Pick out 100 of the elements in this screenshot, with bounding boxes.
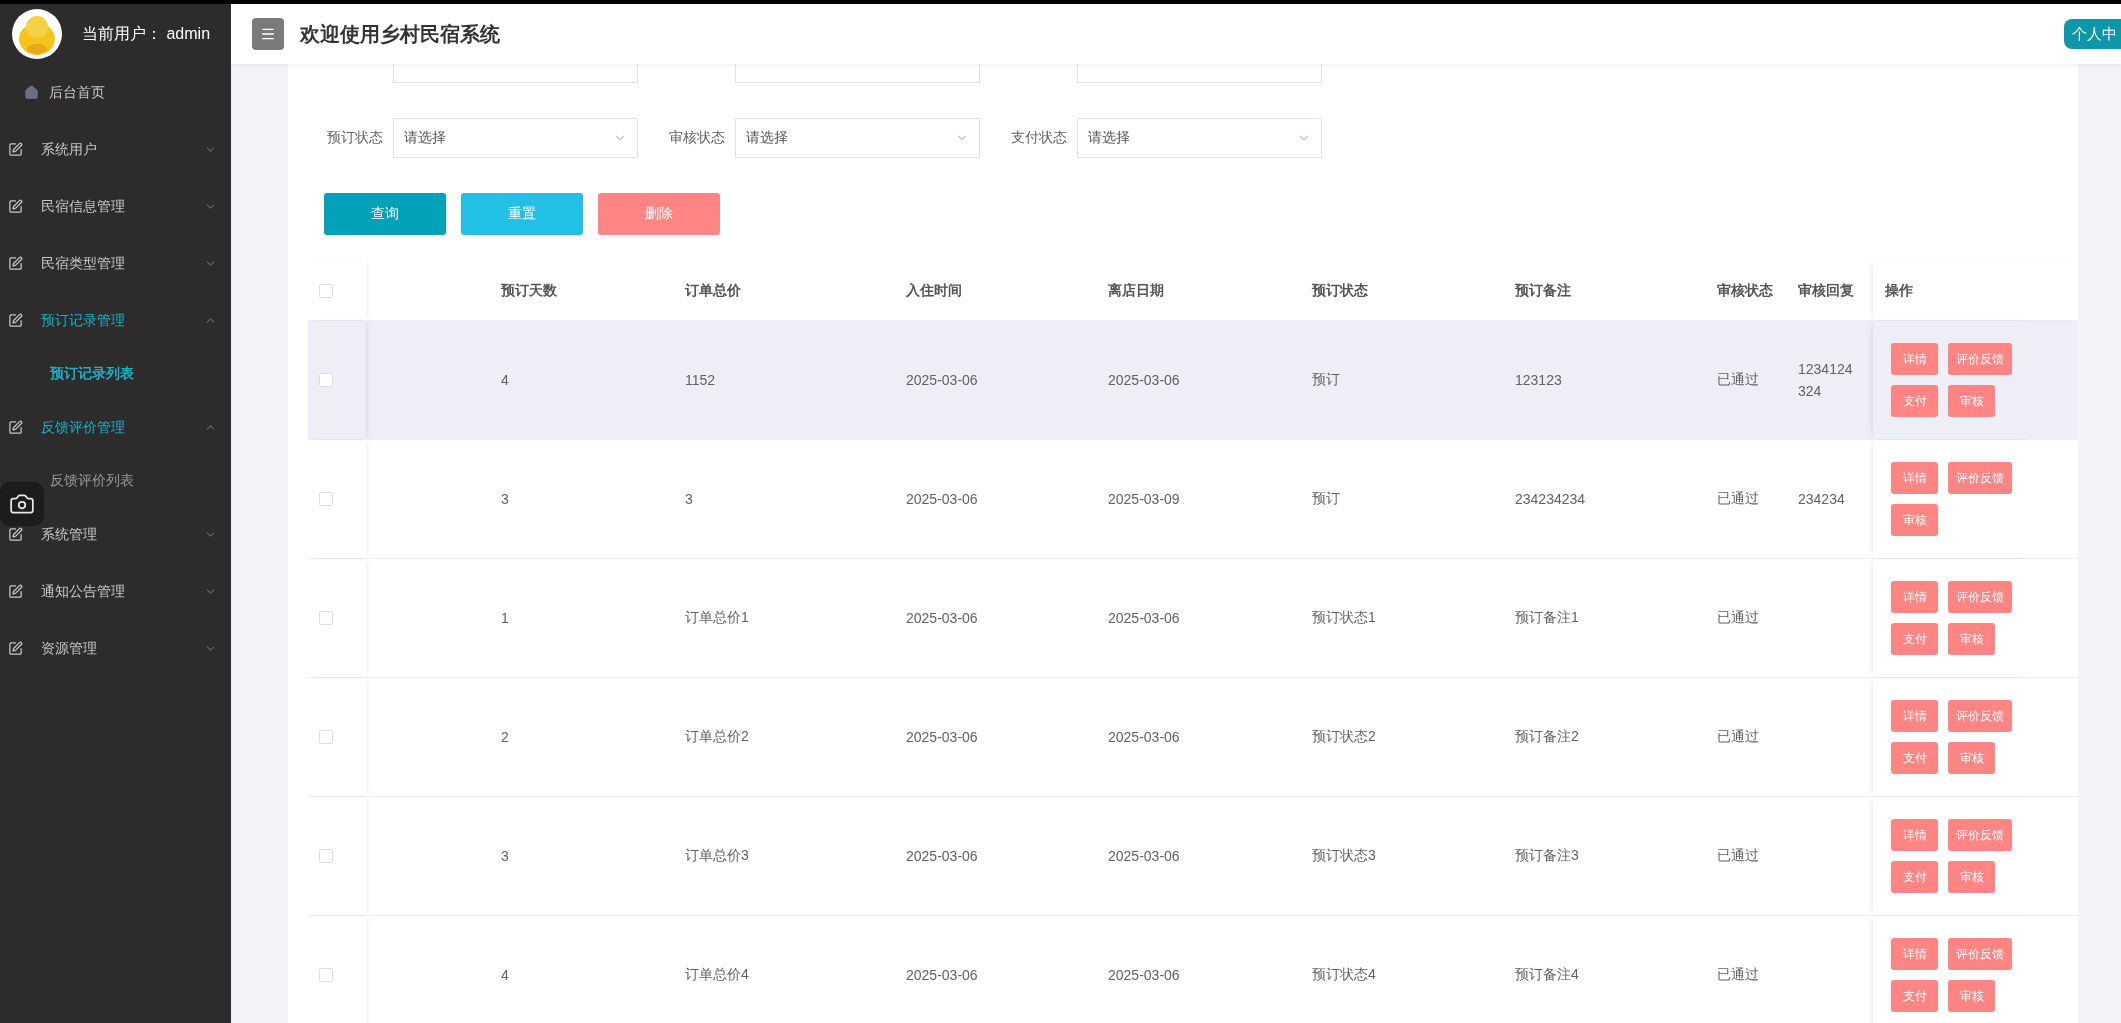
action-button[interactable]: 查询 <box>324 193 446 235</box>
row-action-button[interactable]: 详情 <box>1891 462 1938 494</box>
row-action-button[interactable]: 审核 <box>1948 980 1995 1012</box>
table-cell-text: 2025-03-06 <box>1107 610 1181 626</box>
row-action-button[interactable]: 支付 <box>1891 861 1938 893</box>
column-header: 审核状态 <box>1716 281 1774 300</box>
row-action-button[interactable]: 审核 <box>1948 385 1995 417</box>
row-action-button[interactable]: 审核 <box>1891 504 1938 536</box>
table-cell-text: 已通过 <box>1716 847 1760 865</box>
row-action-button[interactable]: 评价反馈 <box>1948 462 2012 494</box>
checkbox[interactable] <box>319 730 333 744</box>
column-header: 离店日期 <box>1107 281 1165 300</box>
page-title: 欢迎使用乡村民宿系统 <box>300 21 501 47</box>
row-action-button[interactable]: 详情 <box>1891 581 1938 613</box>
row-action-button[interactable]: 详情 <box>1891 819 1938 851</box>
select-field[interactable]: 请选择 <box>1077 118 1322 158</box>
table-cell-text: 订单总价4 <box>684 966 750 984</box>
column-header: 预订天数 <box>499 281 558 300</box>
table-cell-text: 4 <box>500 967 510 983</box>
table-cell-text: 3 <box>500 491 510 507</box>
table-cell-text: 2025-03-06 <box>905 491 979 507</box>
row-action-button[interactable]: 评价反馈 <box>1948 938 2012 970</box>
sidebar-subitem[interactable]: 预订记录列表 <box>50 349 134 399</box>
row-action-button[interactable]: 支付 <box>1891 980 1938 1012</box>
column-header: 入住时间 <box>905 281 963 300</box>
sidebar-menu-item[interactable]: 通知公告管理 <box>0 563 231 620</box>
checkbox[interactable] <box>319 849 333 863</box>
table-cell-text: 预订备注2 <box>1514 728 1580 746</box>
column-header: 订单总价 <box>683 281 742 300</box>
table-cell-text: 4 <box>500 372 510 388</box>
row-action-button[interactable]: 详情 <box>1891 938 1938 970</box>
row-action-button[interactable]: 评价反馈 <box>1948 581 2012 613</box>
select-field[interactable]: 请选择 <box>735 118 980 158</box>
edit-icon <box>8 641 23 656</box>
camera-icon <box>9 491 35 517</box>
sidebar-menu-item[interactable]: 民宿类型管理 <box>0 235 231 292</box>
sidebar-menu-item[interactable]: 预订记录管理 <box>0 292 231 349</box>
table-cell-text: 1234124324 <box>1798 360 1854 401</box>
row-action-button[interactable]: 评价反馈 <box>1948 343 2012 375</box>
menu-button[interactable] <box>252 18 284 50</box>
checkbox[interactable] <box>319 492 333 506</box>
table-cell-text: 订单总价3 <box>684 847 750 865</box>
row-action-button[interactable]: 详情 <box>1891 700 1938 732</box>
sidebar-subitem[interactable]: 反馈评价列表 <box>50 456 134 506</box>
table-cell-text: 预订备注1 <box>1514 609 1580 627</box>
table-cell-text: 2025-03-06 <box>1107 848 1181 864</box>
table-cell-text: 2025-03-06 <box>905 848 979 864</box>
checkbox[interactable] <box>319 283 333 298</box>
row-action-button[interactable]: 评价反馈 <box>1948 819 2012 851</box>
sidebar-menu-item[interactable]: 系统用户 <box>0 121 231 178</box>
sidebar-menu-item[interactable]: 资源管理 <box>0 620 231 677</box>
current-user-label: 当前用户： admin <box>82 23 211 44</box>
action-button[interactable]: 重置 <box>461 193 583 235</box>
row-action-button[interactable]: 支付 <box>1891 623 1938 655</box>
checkbox[interactable] <box>319 373 333 387</box>
row-action-button[interactable]: 详情 <box>1891 343 1938 375</box>
table-cell-text: 预订 <box>1311 371 1341 389</box>
filter-label: 支付状态 <box>1010 129 1068 147</box>
row-action-button[interactable]: 审核 <box>1948 742 1995 774</box>
table-cell-text: 2025-03-06 <box>1107 967 1181 983</box>
sidebar-menu-item[interactable]: 民宿信息管理 <box>0 178 231 235</box>
row-action-button[interactable]: 审核 <box>1948 623 1995 655</box>
table-cell-text: 3 <box>500 848 510 864</box>
sidebar-item[interactable]: 后台首页 <box>0 64 231 121</box>
table-cell-text: 2025-03-06 <box>1107 729 1181 745</box>
table-cell-text: 2 <box>500 729 510 745</box>
table-cell-text: 已通过 <box>1716 728 1760 746</box>
camera-button[interactable] <box>0 482 44 526</box>
table-cell-text: 234234234 <box>1514 491 1587 507</box>
table-cell-text: 已通过 <box>1716 609 1760 627</box>
checkbox[interactable] <box>319 611 333 625</box>
edit-icon <box>8 142 23 157</box>
profile-button[interactable]: 个人中 <box>2064 19 2121 49</box>
filter-label: 审核状态 <box>668 129 726 147</box>
table-cell-text: 234234 <box>1798 490 1846 509</box>
avatar <box>12 9 62 59</box>
row-action-button[interactable]: 评价反馈 <box>1948 700 2012 732</box>
edit-icon <box>8 420 23 435</box>
action-button[interactable]: 删除 <box>598 193 720 235</box>
sidebar-menu-item[interactable]: 系统管理 <box>0 506 231 563</box>
edit-icon <box>8 256 23 271</box>
table-cell-text: 预订状态1 <box>1311 609 1377 627</box>
row-action-button[interactable]: 审核 <box>1948 861 1995 893</box>
table-cell-text: 预订备注3 <box>1514 847 1580 865</box>
sidebar-item-label: 后台首页 <box>49 83 105 102</box>
table-cell-text: 3 <box>684 491 694 507</box>
table-cell-text: 订单总价2 <box>684 728 750 746</box>
sidebar-menu-item[interactable]: 反馈评价管理 <box>0 399 231 456</box>
select-field[interactable]: 请选择 <box>393 118 638 158</box>
checkbox[interactable] <box>319 968 333 982</box>
row-action-button[interactable]: 支付 <box>1891 385 1938 417</box>
column-header: 预订备注 <box>1513 281 1572 300</box>
table-cell-text: 2025-03-06 <box>905 729 979 745</box>
table-cell-text: 2025-03-06 <box>1107 372 1181 388</box>
table-cell-text: 预订 <box>1311 490 1341 508</box>
row-action-button[interactable]: 支付 <box>1891 742 1938 774</box>
table-cell-text: 预订状态4 <box>1311 966 1377 984</box>
table-cell-text: 预订状态2 <box>1311 728 1377 746</box>
column-header: 预订状态 <box>1310 281 1369 300</box>
column-header: 操作 <box>1884 281 1913 300</box>
